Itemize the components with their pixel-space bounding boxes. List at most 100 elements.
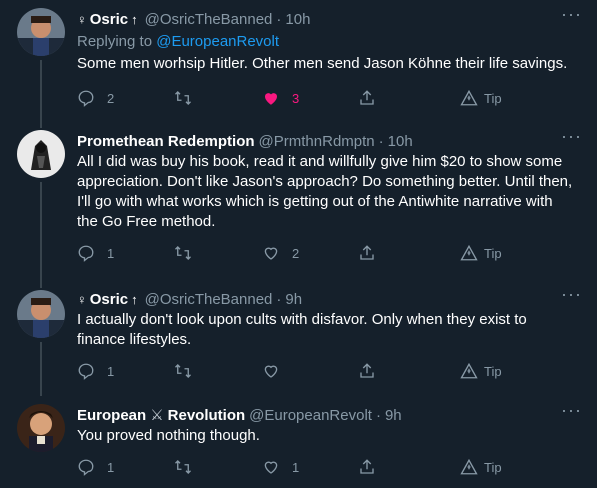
replying-to-handle[interactable]: @EuropeanRevolt [156, 33, 279, 50]
replying-to-label: Replying to [77, 33, 157, 50]
reply-icon [78, 459, 94, 476]
separator: · [375, 406, 381, 424]
like-count: 3 [292, 90, 300, 106]
name-suffix: ↑ [131, 291, 138, 307]
replying-to: Replying to @EuropeanRevolt [77, 33, 279, 50]
tip-label: Tip [484, 245, 502, 261]
timestamp[interactable]: 10h [285, 11, 310, 28]
tweet-text: Some men worhsip Hitler. Other men send … [77, 55, 568, 72]
reply-button[interactable]: 2 [77, 88, 114, 108]
handle[interactable]: @PrmthnRdmptn [259, 133, 375, 150]
timestamp[interactable]: 9h [385, 407, 402, 424]
reply-button[interactable]: 1 [77, 457, 114, 477]
crossed-swords-icon: ⚔ [150, 407, 164, 424]
retweet-button[interactable] [174, 243, 204, 263]
tweet-actions: 1 1 Tip [77, 457, 547, 477]
tip-button[interactable]: Tip [460, 243, 502, 263]
share-icon [360, 363, 374, 378]
tweet-actions: 1 2 Tip [77, 243, 547, 263]
display-name[interactable]: Osric [90, 291, 128, 308]
timestamp[interactable]: 10h [388, 133, 413, 150]
share-button[interactable] [358, 243, 376, 263]
tweet-2[interactable]: Promethean Redemption @PrmthnRdmptn · 10… [0, 122, 597, 282]
share-button[interactable] [358, 361, 376, 381]
share-icon [360, 459, 374, 474]
separator: · [378, 132, 384, 150]
reply-count: 2 [107, 90, 115, 106]
retweet-icon [175, 364, 191, 378]
avatar[interactable] [17, 404, 65, 452]
display-name-tail[interactable]: Revolution [168, 407, 246, 424]
reply-button[interactable]: 1 [77, 243, 114, 263]
tip-label: Tip [484, 459, 502, 475]
thread-line [40, 282, 42, 288]
reply-count: 1 [107, 245, 115, 261]
share-icon [360, 90, 374, 105]
name-prefix: ♀ [77, 11, 87, 27]
tip-label: Tip [484, 90, 502, 106]
retweet-icon [175, 460, 191, 474]
heart-filled-icon [265, 93, 277, 105]
like-button[interactable] [262, 361, 292, 381]
handle[interactable]: @OsricTheBanned [145, 11, 273, 28]
more-options-icon[interactable]: ··· [561, 401, 581, 425]
thread-line [40, 122, 42, 128]
like-button[interactable]: 1 [262, 457, 299, 477]
tip-button[interactable]: Tip [460, 457, 502, 477]
tip-button[interactable]: Tip [460, 88, 502, 108]
tweet-actions: 2 3 Tip [77, 88, 547, 108]
avatar[interactable] [17, 290, 65, 338]
avatar[interactable] [17, 130, 65, 178]
tweet-4[interactable]: European ⚔ Revolution @EuropeanRevolt · … [0, 396, 597, 488]
thread-line [40, 342, 42, 396]
reply-count: 1 [107, 363, 115, 379]
tip-icon [460, 362, 478, 379]
thread-line [40, 182, 42, 282]
tweet-header: ♀ Osric ↑ @OsricTheBanned · 10h [77, 9, 310, 29]
separator: · [276, 10, 282, 28]
separator: · [276, 290, 282, 308]
tweet-header: Promethean Redemption @PrmthnRdmptn · 10… [77, 131, 413, 151]
more-options-icon[interactable]: ··· [561, 5, 581, 29]
thread-line [40, 60, 42, 122]
share-button[interactable] [358, 457, 376, 477]
avatar[interactable] [17, 8, 65, 56]
retweet-icon [175, 246, 191, 260]
retweet-button[interactable] [174, 457, 204, 477]
display-name[interactable]: Promethean Redemption [77, 133, 255, 150]
tip-icon [460, 458, 478, 475]
tip-label: Tip [484, 363, 502, 379]
reply-button[interactable]: 1 [77, 361, 114, 381]
heart-icon [264, 247, 278, 260]
like-count: 2 [292, 245, 300, 261]
tip-icon [460, 244, 478, 261]
retweet-button[interactable] [174, 88, 204, 108]
name-suffix: ↑ [131, 11, 138, 27]
timestamp[interactable]: 9h [285, 291, 302, 308]
heart-icon [264, 365, 278, 378]
reply-icon [78, 245, 94, 262]
like-button[interactable]: 2 [262, 243, 299, 263]
tweet-text: You proved nothing though. [77, 427, 260, 444]
tweet-header: European ⚔ Revolution @EuropeanRevolt · … [77, 405, 402, 425]
name-prefix: ♀ [77, 291, 87, 307]
reply-icon [78, 90, 94, 107]
display-name[interactable]: European [77, 407, 146, 424]
more-options-icon[interactable]: ··· [561, 285, 581, 309]
handle[interactable]: @OsricTheBanned [145, 291, 273, 308]
tip-icon [460, 89, 478, 106]
handle[interactable]: @EuropeanRevolt [249, 407, 372, 424]
tweet-text: All I did was buy his book, read it and … [77, 153, 573, 230]
share-button[interactable] [358, 88, 376, 108]
retweet-button[interactable] [174, 361, 204, 381]
heart-icon [264, 461, 278, 474]
tweet-1[interactable]: ♀ Osric ↑ @OsricTheBanned · 10h ··· Repl… [0, 0, 597, 122]
reply-count: 1 [107, 459, 115, 475]
tip-button[interactable]: Tip [460, 361, 502, 381]
tweet-3[interactable]: ♀ Osric ↑ @OsricTheBanned · 9h ··· I act… [0, 282, 597, 396]
like-count: 1 [292, 459, 300, 475]
like-button[interactable]: 3 [262, 88, 299, 108]
reply-icon [78, 363, 94, 380]
display-name[interactable]: Osric [90, 11, 128, 28]
more-options-icon[interactable]: ··· [561, 127, 581, 151]
